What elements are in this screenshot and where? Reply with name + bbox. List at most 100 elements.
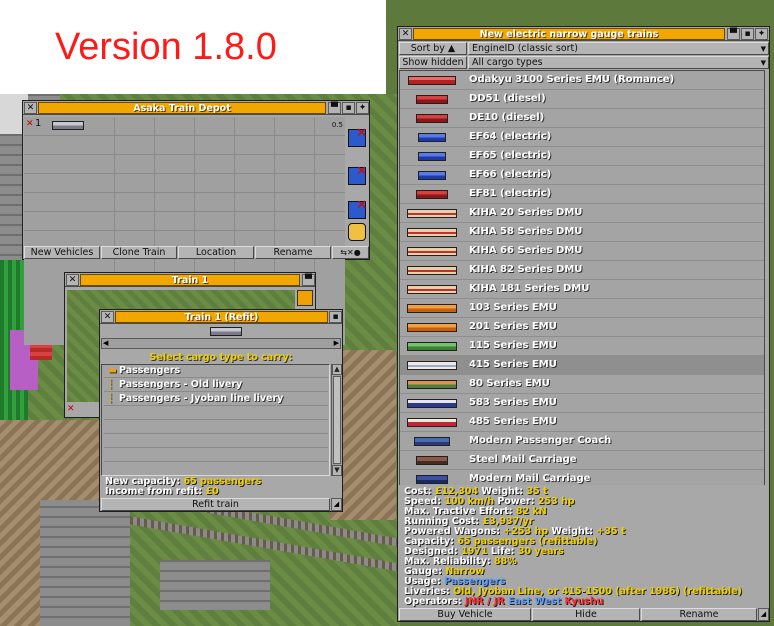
scroll-down-icon[interactable]: ▼ — [332, 465, 342, 476]
scroll-right-icon[interactable]: ▶ — [334, 339, 339, 347]
cargo-option[interactable]: ▬ Passengers — [104, 365, 328, 378]
shade-icon[interactable]: ▀ — [328, 102, 341, 114]
engine-row[interactable]: DE10 (diesel) — [400, 109, 764, 128]
scroll-left-icon[interactable]: ◀ — [103, 339, 108, 347]
scroll-thumb[interactable] — [333, 376, 341, 464]
close-icon[interactable]: ✕ — [24, 102, 37, 114]
version-label: Version 1.8.0 — [55, 26, 277, 68]
engine-name: 201 Series EMU — [469, 321, 557, 332]
cargo-list[interactable]: ▬ Passengers ┆ Passengers - Old livery ┆… — [101, 364, 330, 476]
engine-row[interactable]: 415 Series EMU — [400, 356, 764, 375]
engine-name: KIHA 181 Series DMU — [469, 283, 590, 294]
engine-sprite — [416, 95, 448, 104]
engine-row[interactable]: EF64 (electric) — [400, 128, 764, 147]
depot-window: ✕ Asaka Train Depot ▀ ▪ ✦ ✕ 1 0.5 ✕ ✕ ✕ … — [22, 100, 370, 345]
engine-row[interactable]: 103 Series EMU — [400, 299, 764, 318]
engine-row[interactable]: 201 Series EMU — [400, 318, 764, 337]
pin-icon[interactable]: ✦ — [356, 102, 369, 114]
buy-titlebar[interactable]: ✕ New electric narrow gauge trains ▀ ▪ ✦ — [398, 27, 769, 41]
cargo-option[interactable] — [104, 435, 328, 448]
sell-chain-icon[interactable]: ✕ — [348, 198, 367, 219]
cargo-label: Passengers - Jyoban line livery — [119, 393, 284, 404]
engine-row[interactable]: 485 Series EMU — [400, 413, 764, 432]
engine-list[interactable]: Odakyu 3100 Series EMU (Romance) DD51 (di… — [399, 70, 765, 488]
engine-row[interactable]: Modern Passenger Coach — [400, 432, 764, 451]
new-vehicles-button[interactable]: New Vehicles — [24, 246, 100, 259]
resize-grip-icon[interactable]: ◢ — [758, 608, 769, 621]
depot-row[interactable] — [24, 174, 345, 193]
shade-icon[interactable]: ▀ — [727, 28, 740, 40]
defsize-icon[interactable]: ▪ — [741, 28, 754, 40]
sort-by-button[interactable]: Sort by ▲ — [399, 42, 467, 55]
cargo-option[interactable] — [104, 449, 328, 462]
engine-sprite — [418, 171, 446, 180]
cargo-option[interactable]: ┆ Passengers - Old livery — [104, 379, 328, 392]
scroll-up-icon[interactable]: ▲ — [332, 364, 342, 375]
engine-sprite — [418, 152, 446, 161]
rename-depot-button[interactable]: Rename — [255, 246, 331, 259]
engine-row[interactable]: KIHA 66 Series DMU — [400, 242, 764, 261]
autoreplace-icon[interactable] — [348, 223, 366, 241]
engine-row[interactable]: KIHA 181 Series DMU — [400, 280, 764, 299]
pin-icon[interactable]: ✦ — [755, 28, 768, 40]
engine-sprite — [408, 76, 456, 85]
engine-sprite — [407, 323, 457, 332]
depot-titlebar[interactable]: ✕ Asaka Train Depot ▀ ▪ ✦ — [23, 101, 369, 115]
engine-row[interactable]: 115 Series EMU — [400, 337, 764, 356]
engine-row[interactable]: KIHA 82 Series DMU — [400, 261, 764, 280]
engine-row[interactable]: Odakyu 3100 Series EMU (Romance) — [400, 71, 764, 90]
depot-row[interactable] — [24, 193, 345, 212]
refit-window: ✕ Train 1 (Refit) ▪ ◀ ▶ Select cargo typ… — [99, 309, 343, 512]
depot-row[interactable] — [24, 136, 345, 155]
engine-row[interactable]: Steel Mail Carriage — [400, 451, 764, 470]
defsize-icon[interactable]: ▪ — [342, 102, 355, 114]
engine-name: KIHA 66 Series DMU — [469, 245, 583, 256]
engine-sprite — [407, 361, 457, 370]
refit-hscroll[interactable]: ◀ ▶ — [101, 338, 341, 349]
show-hidden-button[interactable]: Show hidden — [399, 56, 467, 69]
depot-row[interactable]: ✕ 1 0.5 — [24, 117, 345, 136]
hide-button[interactable]: Hide — [532, 608, 640, 621]
resize-grip-icon[interactable]: ◢ — [331, 498, 342, 511]
close-icon[interactable]: ✕ — [399, 28, 412, 40]
dropdown-arrow-icon[interactable]: ▼ — [761, 43, 766, 54]
rename-engine-button[interactable]: Rename — [641, 608, 757, 621]
shade-icon[interactable]: ▀ — [302, 274, 315, 286]
engine-row[interactable]: KIHA 58 Series DMU — [400, 223, 764, 242]
engine-row[interactable]: EF65 (electric) — [400, 147, 764, 166]
train-close-small-icon[interactable]: ✕ — [67, 404, 75, 414]
engine-row[interactable]: EF66 (electric) — [400, 166, 764, 185]
engine-row[interactable]: 80 Series EMU — [400, 375, 764, 394]
refit-title: Train 1 (Refit) — [115, 311, 328, 323]
depot-row[interactable] — [24, 212, 345, 231]
train-titlebar[interactable]: ✕ Train 1 ▀ — [65, 273, 315, 287]
location-button[interactable]: Location — [178, 246, 254, 259]
dropdown-arrow-icon[interactable]: ▼ — [761, 57, 766, 68]
cargo-option[interactable] — [104, 407, 328, 420]
sort-criteria-dropdown[interactable]: EngineID (classic sort) ▼ — [468, 42, 769, 55]
sell-train-icon[interactable]: ✕ — [348, 126, 367, 147]
engine-row[interactable]: 583 Series EMU — [400, 394, 764, 413]
close-icon[interactable]: ✕ — [101, 311, 114, 323]
cargo-scrollbar[interactable]: ▲ ▼ — [331, 364, 342, 476]
refit-train-button[interactable]: Refit train — [101, 498, 330, 511]
clone-train-button[interactable]: Clone Train — [101, 246, 177, 259]
sort-criteria-value: EngineID (classic sort) — [472, 43, 578, 54]
buy-vehicle-button[interactable]: Buy Vehicle — [399, 608, 531, 621]
cargo-filter-dropdown[interactable]: All cargo types ▼ — [468, 56, 769, 69]
engine-row[interactable]: EF81 (electric) — [400, 185, 764, 204]
cargo-option[interactable]: ┆ Passengers - Jyoban line livery — [104, 393, 328, 406]
close-icon[interactable]: ✕ — [66, 274, 79, 286]
engine-row[interactable]: DD51 (diesel) — [400, 90, 764, 109]
engine-row[interactable]: KIHA 20 Series DMU — [400, 204, 764, 223]
sell-all-icon[interactable]: ✕ — [348, 164, 367, 185]
engine-sprite — [407, 247, 457, 256]
refit-titlebar[interactable]: ✕ Train 1 (Refit) ▪ — [100, 310, 342, 324]
depot-extra-icons[interactable]: ⇆✕● — [332, 246, 369, 259]
depot-row[interactable] — [24, 155, 345, 174]
defsize-icon[interactable]: ▪ — [329, 311, 342, 323]
cargo-option[interactable] — [104, 421, 328, 434]
train-orders-icon[interactable] — [297, 290, 313, 306]
train-sprite[interactable] — [52, 121, 84, 130]
engine-name: Modern Mail Carriage — [469, 473, 591, 484]
